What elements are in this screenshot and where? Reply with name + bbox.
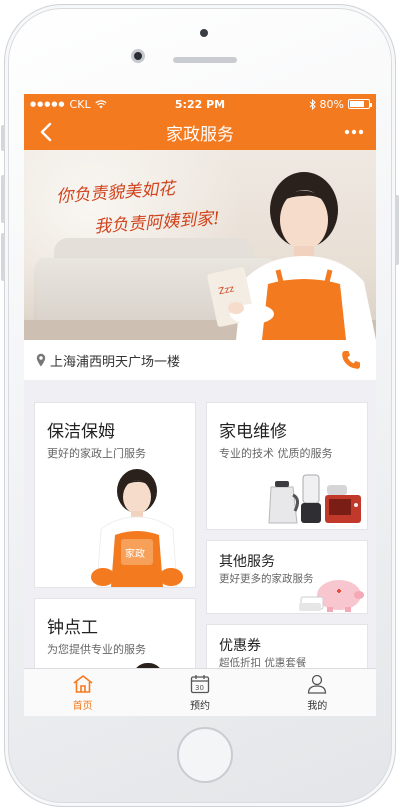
tab-label: 预约 — [189, 700, 210, 712]
battery-icon — [348, 99, 372, 109]
service-name: 其他服务 — [219, 554, 275, 570]
user-icon — [308, 674, 327, 694]
service-name: 保洁保姆 — [47, 422, 115, 442]
power-button — [395, 195, 399, 265]
calendar-day: 30 — [195, 684, 204, 692]
service-card-appliance-repair[interactable]: 家电维修 专业的技术 优质的服务 — [206, 402, 368, 530]
front-camera — [131, 49, 145, 63]
service-card-other[interactable]: 其他服务 更好更多的家政服务 — [206, 540, 368, 614]
nav-bar: 家政服务 — [24, 114, 376, 150]
status-time: 5:22 PM — [174, 97, 226, 111]
proximity-sensor — [200, 29, 208, 37]
tab-home[interactable]: 首页 — [24, 669, 141, 716]
phone-icon — [342, 351, 360, 369]
tab-label: 首页 — [72, 700, 93, 712]
status-bar: ●●●●● CKL 5:22 PM 80% — [24, 94, 376, 114]
more-button[interactable] — [342, 120, 366, 144]
earpiece-speaker — [173, 57, 237, 63]
service-desc: 专业的技术 优质的服务 — [219, 447, 333, 460]
more-dots-icon — [344, 129, 364, 135]
battery-fill — [350, 101, 364, 107]
service-name: 优惠券 — [219, 638, 261, 654]
service-card-hourly[interactable]: 钟点工 为您提供专业的服务 — [34, 598, 196, 679]
mute-switch — [1, 125, 5, 151]
apron-badge-text: 家政 — [125, 547, 145, 560]
volume-up-button — [1, 175, 5, 223]
tab-profile[interactable]: 我的 — [259, 669, 376, 716]
service-card-cleaning[interactable]: 保洁保姆 更好的家政上门服务 家政 — [34, 402, 196, 588]
bottom-tab-bar: 首页 30 预约 我的 — [24, 668, 376, 716]
service-desc: 为您提供专业的服务 — [47, 643, 146, 656]
location-bar[interactable]: 上海浦西明天广场一楼 — [24, 340, 376, 380]
back-button[interactable] — [34, 120, 58, 144]
tab-booking[interactable]: 30 预约 — [141, 669, 258, 716]
location-pin-icon — [36, 353, 46, 367]
piggy-bank-illustration — [299, 580, 364, 612]
tab-label: 我的 — [307, 700, 328, 712]
service-name: 家电维修 — [219, 422, 287, 442]
page-title: 家政服务 — [166, 124, 234, 145]
housekeeper-illustration: Zzz — [207, 172, 376, 340]
calendar-icon: 30 — [190, 674, 210, 693]
promo-banner[interactable]: 你负责貌美如花 我负责阿姨到家! Zzz — [24, 150, 376, 340]
address-text: 上海浦西明天广场一楼 — [50, 354, 181, 370]
service-desc: 更好的家政上门服务 — [47, 447, 146, 460]
volume-down-button — [1, 233, 5, 281]
appliances-illustration — [268, 474, 361, 524]
home-icon — [73, 674, 93, 693]
home-button[interactable] — [177, 727, 233, 783]
cleaner-illustration: 家政 — [91, 469, 183, 587]
service-name: 钟点工 — [47, 618, 98, 638]
app-screen: ●●●●● CKL 5:22 PM 80% 家政服务 你负责貌美如花 我负责阿姨… — [24, 94, 376, 716]
call-button[interactable] — [340, 349, 362, 375]
back-chevron-icon — [40, 122, 52, 142]
